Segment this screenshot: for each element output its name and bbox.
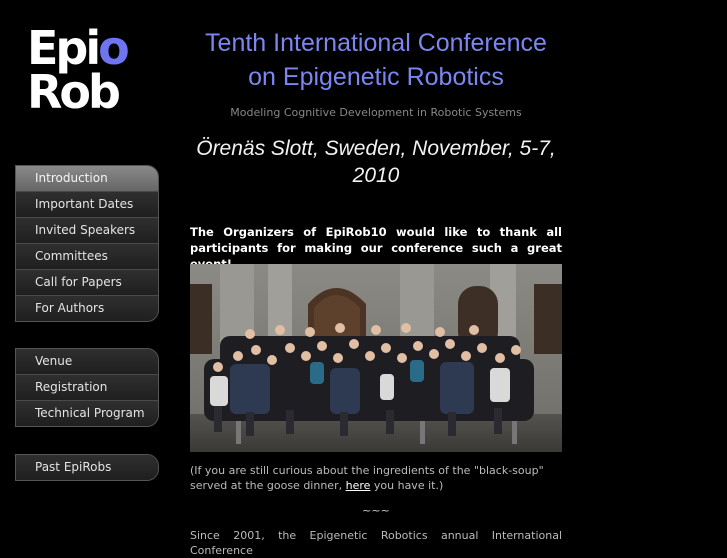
nav-item-for-authors[interactable]: For Authors [16,295,158,321]
group-photo-image [190,264,562,452]
page-subtitle: Modeling Cognitive Development in Roboti… [230,106,522,119]
venue-heading: Örenäs Slott, Sweden, November, 5-7, 201… [190,135,562,189]
nav-item-invited-speakers[interactable]: Invited Speakers [16,217,158,243]
black-soup-note: (If you are still curious about the ingr… [190,463,562,493]
epirob-logo: Epio Rob [27,25,137,122]
group-photo [190,264,562,452]
venue-line-2: 2010 [352,164,400,187]
page-header: Tenth International Conference on Epigen… [190,26,562,189]
nav-venue: Venue Registration Technical Program [15,348,159,427]
nav-item-registration[interactable]: Registration [16,374,158,400]
venue-line-1: Örenäs Slott, Sweden, November, 5-7, [196,137,556,160]
nav-main: Introduction Important Dates Invited Spe… [15,165,159,322]
nav-item-technical-program[interactable]: Technical Program [16,400,158,426]
title-line-2: on Epigenetic Robotics [248,63,504,91]
nav-past: Past EpiRobs [15,454,159,481]
nav-item-call-for-papers[interactable]: Call for Papers [16,269,158,295]
nav-item-committees[interactable]: Committees [16,243,158,269]
nav-item-venue[interactable]: Venue [16,349,158,374]
nav-item-important-dates[interactable]: Important Dates [16,191,158,217]
black-soup-link[interactable]: here [346,479,371,492]
section-separator: ~~~ [362,504,390,517]
note-text-after: you have it.) [370,479,444,492]
title-line-1: Tenth International Conference [205,29,547,57]
nav-item-introduction[interactable]: Introduction [16,166,158,191]
nav-item-past-epirobs[interactable]: Past EpiRobs [16,455,158,480]
history-paragraph: Since 2001, the Epigenetic Robotics annu… [190,529,562,557]
logo-rob: Rob [27,65,121,119]
page-title: Tenth International Conference on Epigen… [190,26,562,94]
